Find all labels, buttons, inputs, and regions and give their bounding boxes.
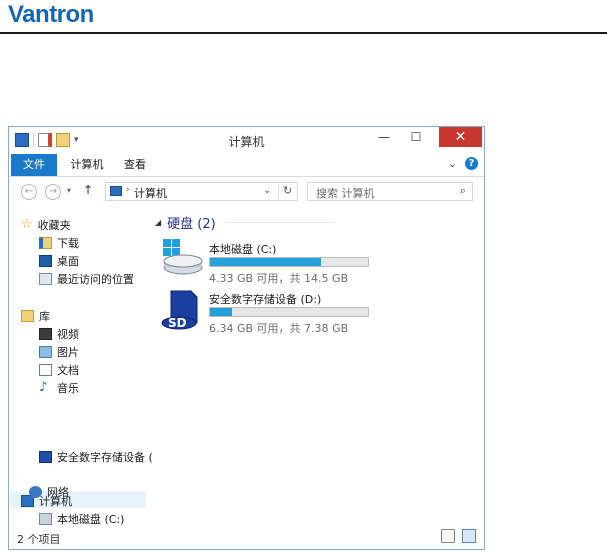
star-icon: ☆ [21, 217, 33, 232]
drive-usage-fill [210, 258, 321, 266]
group-header-line [225, 222, 334, 223]
collapse-icon[interactable]: ◢ [155, 218, 161, 227]
drive-usage-bar [209, 307, 369, 317]
local-disk-icon [163, 239, 203, 275]
drive-usage-bar [209, 257, 369, 267]
search-icon[interactable]: ⌕ [460, 184, 466, 198]
details-view-icon[interactable] [441, 529, 455, 543]
nav-item-label: 音乐 [57, 382, 79, 395]
hard-drive-icon [39, 513, 52, 525]
explorer-window: ▾ 计算机 — ☐ ✕ 文件 计算机 查看 ⌄ ? ← → ▾ ↑ › 计算机 … [8, 126, 485, 550]
recent-locations-icon[interactable]: ▾ [67, 186, 71, 195]
document-icon [39, 364, 52, 376]
nav-favorites-label: 收藏夹 [37, 219, 71, 232]
content-pane: ◢ 硬盘 (2) 本地磁盘 (C:) 4.33 GB 可用，共 14.5 GB [149, 207, 484, 525]
computer-icon [110, 186, 122, 196]
nav-item-sd-card[interactable]: 安全数字存储设备 ( [39, 449, 153, 465]
minimize-button[interactable]: — [369, 127, 399, 147]
nav-item-label: 视频 [57, 328, 79, 341]
nav-item-label: 最近访问的位置 [57, 273, 134, 286]
network-icon [29, 486, 42, 498]
downloads-icon [39, 237, 52, 249]
nav-libraries[interactable]: 库 [21, 308, 50, 324]
brand-logo: Vantron [8, 1, 94, 28]
nav-item-pictures[interactable]: 图片 [39, 344, 79, 360]
nav-item-label: 桌面 [57, 255, 79, 268]
music-icon: ♪ [39, 380, 48, 395]
drive-space-info: 6.34 GB 可用，共 7.38 GB [209, 322, 349, 335]
svg-text:SD: SD [168, 316, 187, 330]
nav-item-recent-places[interactable]: 最近访问的位置 [39, 271, 134, 287]
back-button[interactable]: ← [21, 184, 37, 200]
library-icon [21, 310, 34, 322]
drives-group-header[interactable]: ◢ 硬盘 (2) [155, 213, 334, 232]
refresh-icon[interactable]: ↻ [283, 184, 292, 197]
sd-card-icon: SD [161, 290, 198, 330]
address-bar[interactable]: › 计算机 ⌄ ↻ [105, 182, 298, 201]
video-icon [39, 328, 52, 340]
tab-computer[interactable]: 计算机 [65, 154, 109, 176]
help-icon[interactable]: ? [465, 157, 478, 170]
ribbon-tabs: 文件 计算机 查看 ⌄ ? [9, 154, 484, 177]
large-icons-view-icon[interactable] [462, 529, 476, 543]
nav-libraries-label: 库 [39, 310, 50, 323]
nav-network-label: 网络 [47, 486, 69, 499]
drive-space-info: 4.33 GB 可用，共 14.5 GB [209, 272, 349, 285]
ribbon-expand-icon[interactable]: ⌄ [448, 157, 457, 170]
address-divider [278, 184, 279, 199]
maximize-button[interactable]: ☐ [401, 127, 431, 147]
desktop-icon [39, 255, 52, 267]
nav-item-label: 图片 [57, 346, 79, 359]
tab-file[interactable]: 文件 [11, 154, 57, 176]
breadcrumb-computer[interactable]: 计算机 [134, 185, 167, 201]
address-dropdown-icon[interactable]: ⌄ [263, 185, 271, 196]
tab-view[interactable]: 查看 [117, 154, 153, 176]
drive-usage-fill [210, 308, 233, 316]
sd-card-icon [39, 451, 52, 463]
nav-item-label: 下载 [57, 237, 79, 250]
nav-favorites[interactable]: ☆ 收藏夹 [21, 217, 71, 233]
forward-button[interactable]: → [45, 184, 61, 200]
nav-item-videos[interactable]: 视频 [39, 326, 79, 342]
breadcrumb-separator-icon[interactable]: › [126, 185, 130, 195]
picture-icon [39, 346, 52, 358]
drive-name: 本地磁盘 (C:) [209, 243, 277, 256]
search-placeholder: 搜索 计算机 [316, 187, 375, 200]
nav-item-label: 文档 [57, 364, 79, 377]
item-count: 2 个项目 [17, 533, 61, 546]
navigation-pane: ☆ 收藏夹 下载 桌面 最近访问的位置 库 视频 图片 文档 ♪ 音乐 计算机 … [9, 207, 146, 526]
header-rule [0, 32, 607, 34]
close-button[interactable]: ✕ [439, 127, 482, 147]
nav-item-music[interactable]: ♪ 音乐 [39, 380, 79, 396]
address-row: ← → ▾ ↑ › 计算机 ⌄ ↻ 搜索 计算机 ⌕ [9, 177, 484, 207]
nav-item-downloads[interactable]: 下载 [39, 235, 79, 251]
drive-name: 安全数字存储设备 (D:) [209, 293, 322, 306]
title-bar: ▾ 计算机 — ☐ ✕ [9, 127, 484, 154]
status-bar: 2 个项目 [9, 525, 484, 549]
recent-places-icon [39, 273, 52, 285]
search-input[interactable]: 搜索 计算机 ⌕ [307, 182, 473, 201]
nav-network[interactable]: 网络 [29, 484, 69, 500]
nav-item-label: 安全数字存储设备 ( [57, 451, 153, 464]
nav-item-documents[interactable]: 文档 [39, 362, 79, 378]
up-arrow-icon[interactable]: ↑ [83, 183, 93, 197]
nav-item-desktop[interactable]: 桌面 [39, 253, 79, 269]
group-header-label: 硬盘 (2) [167, 217, 216, 232]
